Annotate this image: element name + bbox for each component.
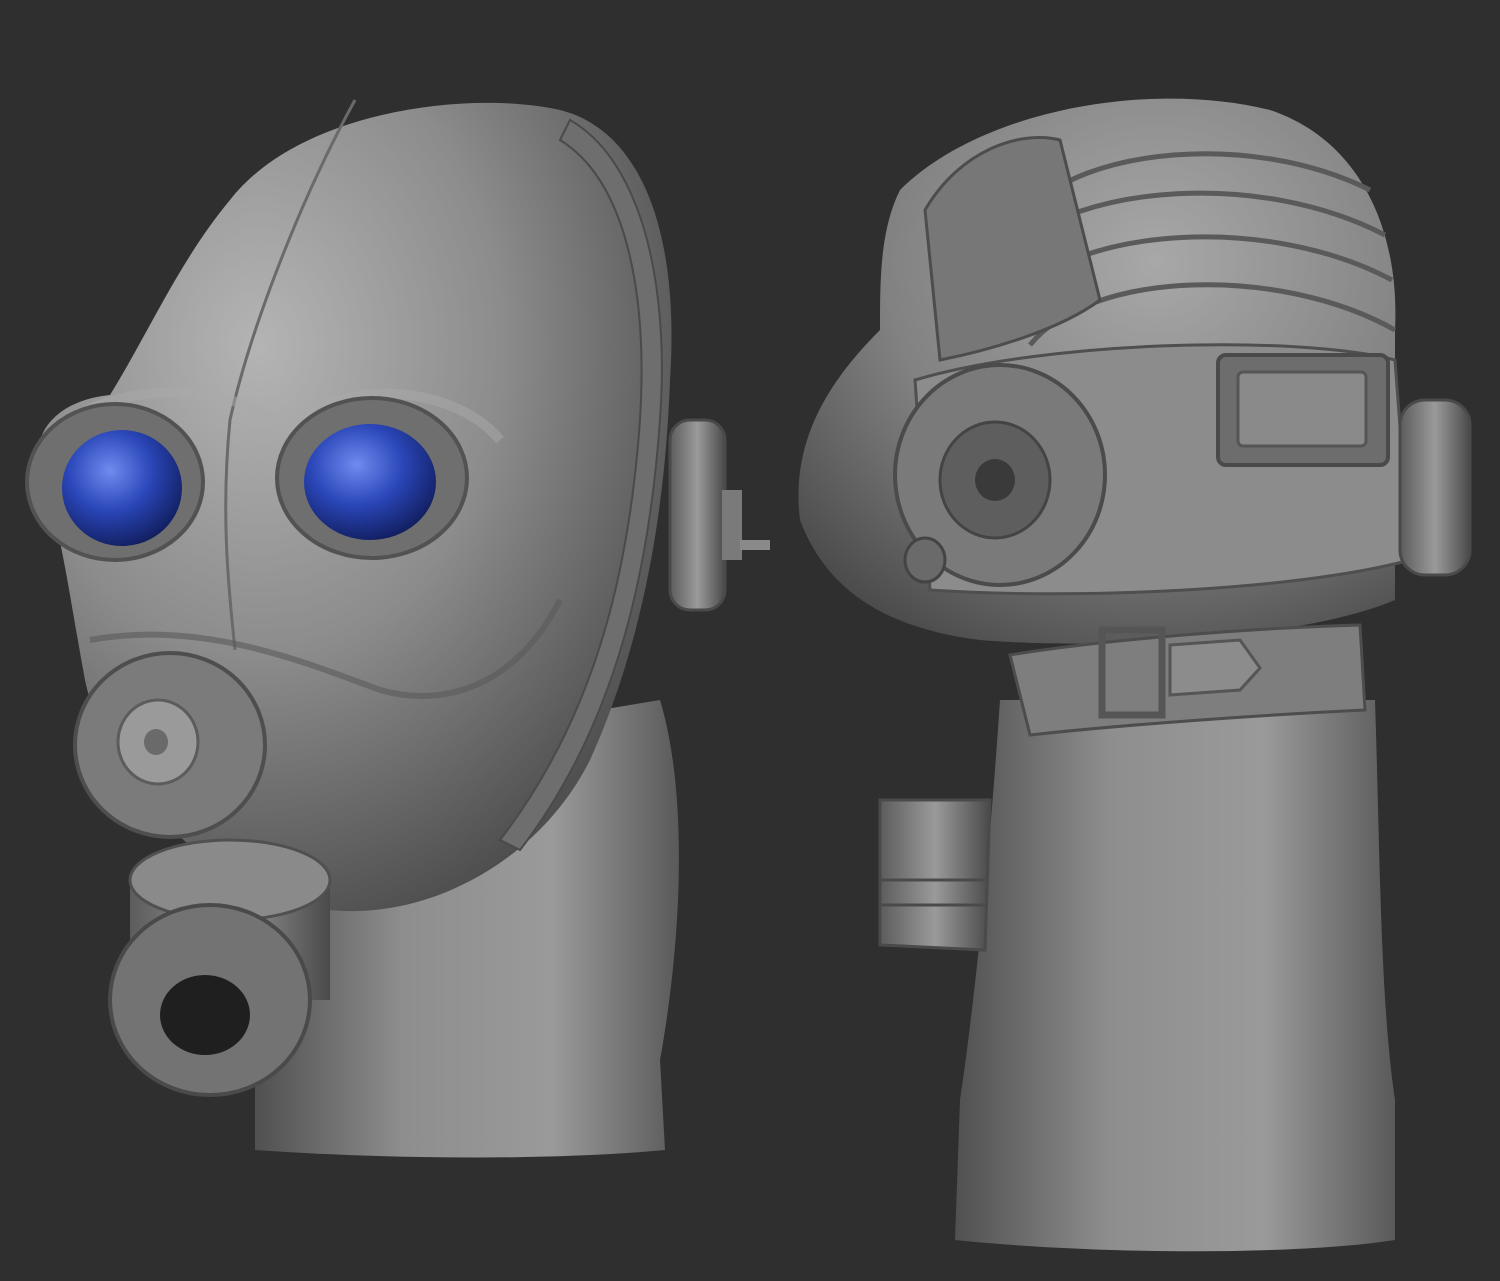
right-lens [304,424,436,540]
rear-chin-canister [878,798,992,952]
side-ear-filter [668,418,770,612]
rear-ear-filter [1398,398,1472,577]
neck-fabric-rear [955,700,1395,1252]
front-three-quarter-view [25,99,770,1158]
render-viewport [0,0,1500,1281]
left-lens [62,430,182,546]
sculpt-render [25,98,1472,1252]
front-valve [73,651,267,839]
rear-three-quarter-view [798,98,1472,1252]
side-respirator-port [893,363,1107,587]
